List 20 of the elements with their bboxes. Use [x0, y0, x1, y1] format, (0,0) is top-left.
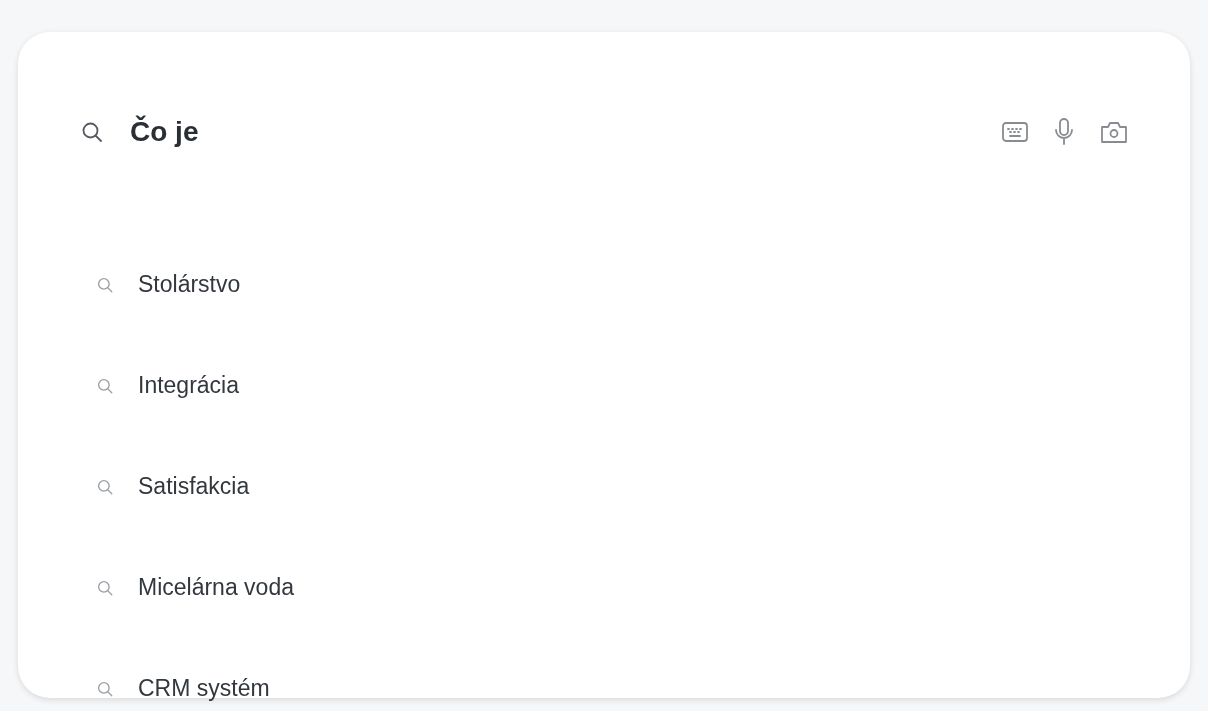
- camera-icon[interactable]: [1100, 120, 1128, 144]
- suggestion-text: Micelárna voda: [138, 573, 294, 603]
- search-icon: [96, 275, 114, 294]
- search-icon: [80, 120, 104, 144]
- suggestion-text: Integrácia: [138, 371, 239, 401]
- search-icon: [96, 679, 114, 698]
- suggestion-text: Stolárstvo: [138, 270, 241, 300]
- search-field[interactable]: Čo je: [130, 111, 1002, 153]
- suggestion-text: CRM systém: [138, 674, 270, 704]
- suggestion-item[interactable]: Micelárna voda: [96, 537, 1128, 638]
- search-icon: [96, 578, 114, 597]
- suggestion-item[interactable]: Satisfakcia: [96, 436, 1128, 537]
- suggestion-item[interactable]: CRM systém: [96, 638, 1128, 711]
- suggestion-text: Satisfakcia: [138, 472, 250, 502]
- search-icon: [96, 376, 114, 395]
- search-icon: [96, 477, 114, 496]
- suggestion-item[interactable]: Integrácia: [96, 335, 1128, 436]
- suggestion-item[interactable]: Stolárstvo: [96, 234, 1128, 335]
- microphone-icon[interactable]: [1054, 118, 1074, 146]
- keyboard-icon[interactable]: [1002, 121, 1028, 143]
